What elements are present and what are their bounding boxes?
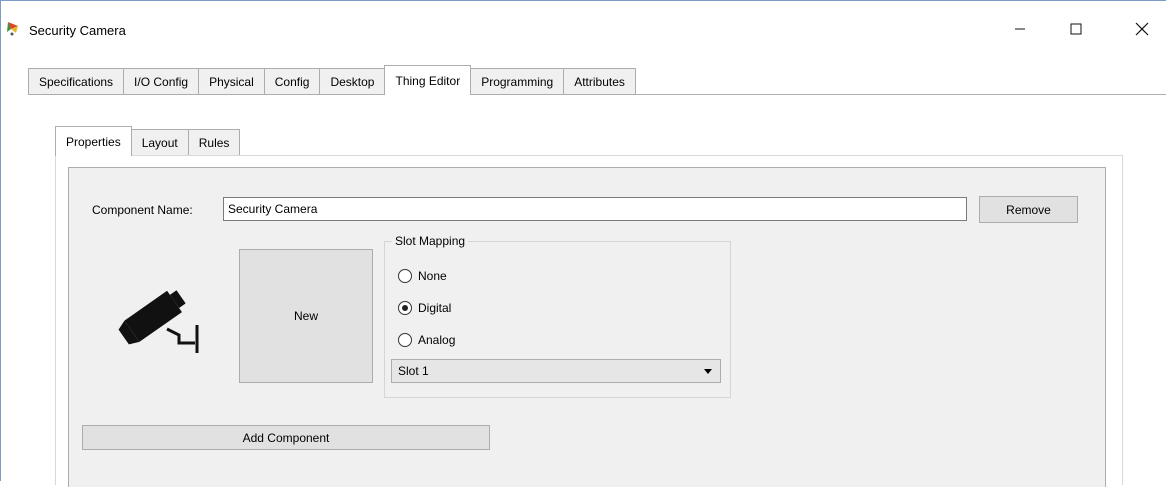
minimize-button[interactable] bbox=[997, 11, 1043, 47]
tab-specifications[interactable]: Specifications bbox=[28, 68, 125, 95]
tab-properties[interactable]: Properties bbox=[55, 126, 132, 156]
close-icon bbox=[1135, 22, 1149, 36]
tab-physical[interactable]: Physical bbox=[198, 68, 265, 95]
slot-select-value: Slot 1 bbox=[398, 364, 429, 378]
chevron-down-icon bbox=[704, 369, 712, 374]
radio-none[interactable]: None bbox=[398, 268, 447, 284]
window-title: Security Camera bbox=[29, 23, 126, 38]
packet-tracer-icon bbox=[7, 22, 18, 36]
tab-layout[interactable]: Layout bbox=[130, 129, 189, 156]
slot-select[interactable]: Slot 1 bbox=[391, 359, 721, 383]
tab-attributes[interactable]: Attributes bbox=[563, 68, 636, 95]
tab-thing-editor[interactable]: Thing Editor bbox=[384, 65, 472, 95]
tab-io-config[interactable]: I/O Config bbox=[123, 68, 200, 95]
component-name-label: Component Name: bbox=[92, 203, 193, 217]
radio-label: Digital bbox=[418, 301, 452, 315]
radio-label: None bbox=[418, 269, 447, 283]
app-window: Security Camera Specifications I/O Confi… bbox=[0, 0, 1166, 487]
maximize-button[interactable] bbox=[1053, 11, 1099, 47]
radio-analog[interactable]: Analog bbox=[398, 332, 455, 348]
inner-tab-bar: Properties Layout Rules bbox=[55, 126, 241, 156]
radio-label: Analog bbox=[418, 333, 456, 347]
title-bar[interactable]: Security Camera bbox=[1, 1, 1166, 55]
radio-selected-dot bbox=[402, 305, 408, 311]
minimize-icon bbox=[1015, 28, 1025, 30]
component-name-input[interactable] bbox=[223, 197, 967, 221]
tab-desktop[interactable]: Desktop bbox=[319, 68, 386, 95]
radio-button[interactable] bbox=[398, 301, 412, 315]
radio-button[interactable] bbox=[398, 269, 412, 283]
remove-button[interactable]: Remove bbox=[979, 196, 1078, 223]
tab-rules[interactable]: Rules bbox=[187, 129, 241, 156]
maximize-icon bbox=[1070, 23, 1082, 35]
close-button[interactable] bbox=[1119, 11, 1165, 47]
tab-config[interactable]: Config bbox=[263, 68, 321, 95]
tab-programming[interactable]: Programming bbox=[470, 68, 565, 95]
new-image-button[interactable]: New bbox=[239, 249, 373, 383]
slot-mapping-legend: Slot Mapping bbox=[392, 234, 469, 248]
outer-tab-bar: Specifications I/O Config Physical Confi… bbox=[28, 65, 636, 95]
security-camera-icon bbox=[118, 290, 199, 353]
add-component-button[interactable]: Add Component bbox=[82, 425, 490, 450]
radio-button[interactable] bbox=[398, 333, 412, 347]
radio-digital[interactable]: Digital bbox=[398, 300, 451, 316]
